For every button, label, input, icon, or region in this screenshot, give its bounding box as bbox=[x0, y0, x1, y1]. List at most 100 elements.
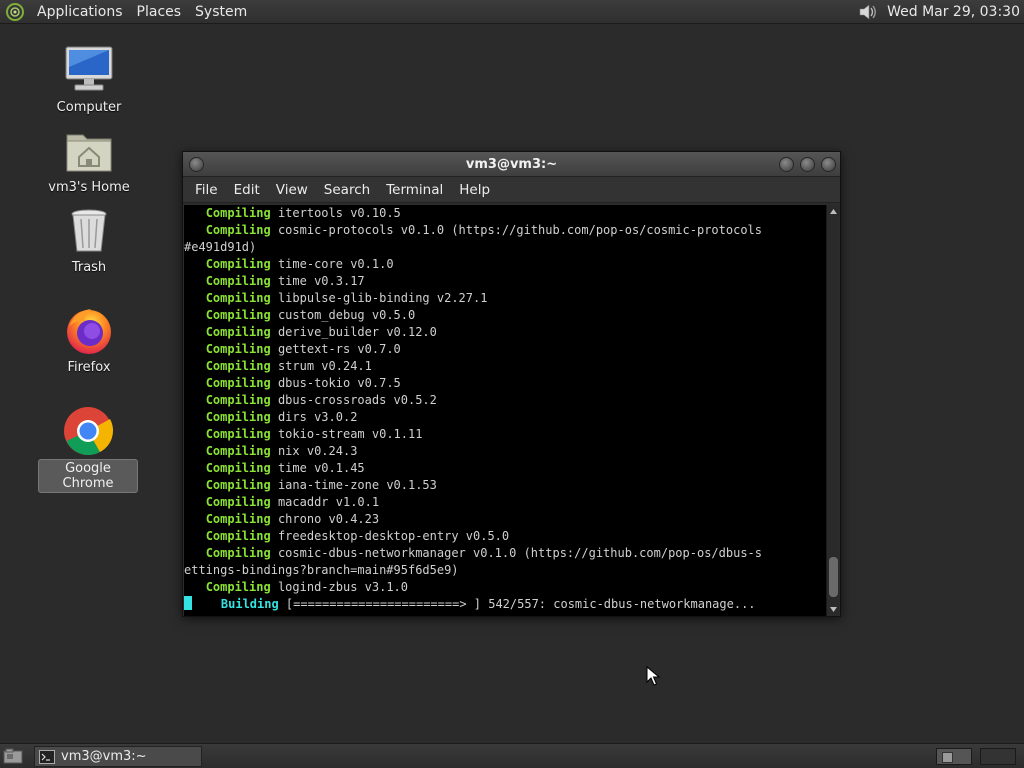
close-button[interactable] bbox=[821, 157, 836, 172]
show-desktop-icon[interactable] bbox=[3, 748, 23, 764]
line-text: tokio-stream v0.1.11 bbox=[270, 427, 423, 441]
compile-keyword: Compiling bbox=[205, 342, 271, 356]
places-menu[interactable]: Places bbox=[130, 0, 189, 24]
menu-logo-icon[interactable] bbox=[4, 1, 26, 23]
home-folder-icon bbox=[63, 125, 115, 177]
building-keyword: Building bbox=[220, 597, 279, 611]
compile-keyword: Compiling bbox=[205, 444, 271, 458]
maximize-button[interactable] bbox=[800, 157, 815, 172]
line-text: freedesktop-desktop-entry v0.5.0 bbox=[270, 529, 510, 543]
line-text: derive_builder v0.12.0 bbox=[270, 325, 437, 339]
terminal-line: Compiling cosmic-protocols v0.1.0 (https… bbox=[184, 222, 827, 239]
trash-icon bbox=[63, 205, 115, 257]
terminal-line: Compiling gettext-rs v0.7.0 bbox=[184, 341, 827, 358]
terminal-cursor bbox=[184, 596, 192, 610]
computer-icon bbox=[63, 45, 115, 97]
menu-file[interactable]: File bbox=[187, 177, 226, 203]
compile-keyword: Compiling bbox=[205, 478, 271, 492]
menu-view[interactable]: View bbox=[268, 177, 316, 203]
terminal-line: Compiling iana-time-zone v0.1.53 bbox=[184, 477, 827, 494]
compile-keyword: Compiling bbox=[205, 495, 271, 509]
volume-icon[interactable] bbox=[857, 2, 879, 22]
compile-keyword: Compiling bbox=[205, 410, 271, 424]
terminal-line: #e491d91d) bbox=[184, 239, 827, 256]
firefox-icon bbox=[63, 305, 115, 357]
compile-keyword: Compiling bbox=[205, 206, 271, 220]
desktop-icon-firefox[interactable]: Firefox bbox=[39, 305, 139, 376]
line-text: logind-zbus v3.1.0 bbox=[270, 580, 408, 594]
line-text: itertools v0.10.5 bbox=[270, 206, 401, 220]
line-text: iana-time-zone v0.1.53 bbox=[270, 478, 437, 492]
compile-keyword: Compiling bbox=[205, 325, 271, 339]
terminal-line: Compiling dbus-tokio v0.7.5 bbox=[184, 375, 827, 392]
compile-keyword: Compiling bbox=[205, 546, 271, 560]
scroll-down-icon[interactable] bbox=[827, 603, 840, 616]
terminal-line: ettings-bindings?branch=main#95f6d5e9) bbox=[184, 562, 827, 579]
desktop-icon-home[interactable]: vm3's Home bbox=[39, 125, 139, 196]
terminal-line: Compiling time v0.3.17 bbox=[184, 273, 827, 290]
terminal-line: Compiling tokio-stream v0.1.11 bbox=[184, 426, 827, 443]
terminal-menubar: File Edit View Search Terminal Help bbox=[183, 177, 840, 203]
line-text: #e491d91d) bbox=[184, 240, 257, 254]
line-text: nix v0.24.3 bbox=[270, 444, 358, 458]
terminal-line: Compiling time-core v0.1.0 bbox=[184, 256, 827, 273]
system-menu[interactable]: System bbox=[188, 0, 254, 24]
window-title: vm3@vm3:~ bbox=[465, 157, 558, 172]
clock[interactable]: Wed Mar 29, 03:30 bbox=[887, 4, 1020, 20]
desktop-icon-chrome[interactable]: Google Chrome bbox=[38, 405, 138, 493]
line-text: gettext-rs v0.7.0 bbox=[270, 342, 401, 356]
desktop-icon-label: Computer bbox=[56, 100, 122, 115]
compile-keyword: Compiling bbox=[205, 512, 271, 526]
line-text: dbus-tokio v0.7.5 bbox=[270, 376, 401, 390]
workspace-window-thumb bbox=[942, 752, 953, 763]
desktop-icon-label: Google Chrome bbox=[38, 459, 138, 493]
scroll-up-icon[interactable] bbox=[827, 205, 840, 218]
window-titlebar[interactable]: vm3@vm3:~ bbox=[183, 152, 840, 177]
minimize-button[interactable] bbox=[779, 157, 794, 172]
terminal-icon bbox=[39, 749, 55, 764]
menu-help[interactable]: Help bbox=[451, 177, 498, 203]
terminal-line: Compiling dirs v3.0.2 bbox=[184, 409, 827, 426]
scrollbar-thumb[interactable] bbox=[829, 557, 838, 597]
line-text: dirs v3.0.2 bbox=[270, 410, 358, 424]
compile-keyword: Compiling bbox=[205, 308, 271, 322]
applications-menu[interactable]: Applications bbox=[30, 0, 130, 24]
terminal-window[interactable]: vm3@vm3:~ File Edit View Search Terminal… bbox=[182, 151, 841, 617]
compile-keyword: Compiling bbox=[205, 257, 271, 271]
build-progress-text: [=======================> ] 542/557: cos… bbox=[278, 597, 756, 611]
terminal-line: Compiling chrono v0.4.23 bbox=[184, 511, 827, 528]
compile-keyword: Compiling bbox=[205, 427, 271, 441]
workspace-2[interactable] bbox=[980, 748, 1016, 765]
desktop-icon-computer[interactable]: Computer bbox=[39, 45, 139, 116]
line-text: time v0.3.17 bbox=[270, 274, 365, 288]
line-text: chrono v0.4.23 bbox=[270, 512, 380, 526]
line-text: custom_debug v0.5.0 bbox=[270, 308, 416, 322]
line-text: strum v0.24.1 bbox=[270, 359, 372, 373]
terminal-line: Compiling dbus-crossroads v0.5.2 bbox=[184, 392, 827, 409]
terminal-line: Compiling freedesktop-desktop-entry v0.5… bbox=[184, 528, 827, 545]
menu-search[interactable]: Search bbox=[316, 177, 378, 203]
menu-terminal[interactable]: Terminal bbox=[378, 177, 451, 203]
terminal-line: Compiling nix v0.24.3 bbox=[184, 443, 827, 460]
line-text: cosmic-dbus-networkmanager v0.1.0 (https… bbox=[270, 546, 762, 560]
compile-keyword: Compiling bbox=[205, 580, 271, 594]
compile-keyword: Compiling bbox=[205, 223, 271, 237]
taskbar-terminal-button[interactable]: vm3@vm3:~ bbox=[34, 746, 202, 767]
vertical-scrollbar[interactable] bbox=[826, 205, 839, 616]
line-text: macaddr v1.0.1 bbox=[270, 495, 380, 509]
desktop-icon-trash[interactable]: Trash bbox=[39, 205, 139, 276]
workspace-1[interactable] bbox=[936, 748, 972, 765]
terminal-line: Compiling time v0.1.45 bbox=[184, 460, 827, 477]
terminal-line: Compiling itertools v0.10.5 bbox=[184, 205, 827, 222]
chrome-icon bbox=[62, 405, 114, 457]
terminal-line: Compiling logind-zbus v3.1.0 bbox=[184, 579, 827, 596]
menu-edit[interactable]: Edit bbox=[226, 177, 268, 203]
terminal-output[interactable]: Compiling itertools v0.10.5 Compiling co… bbox=[184, 205, 827, 616]
compile-keyword: Compiling bbox=[205, 376, 271, 390]
mouse-pointer-icon bbox=[646, 665, 661, 686]
terminal-line: Compiling macaddr v1.0.1 bbox=[184, 494, 827, 511]
compile-keyword: Compiling bbox=[205, 393, 271, 407]
line-text: time v0.1.45 bbox=[270, 461, 365, 475]
terminal-line: Compiling derive_builder v0.12.0 bbox=[184, 324, 827, 341]
line-text: ettings-bindings?branch=main#95f6d5e9) bbox=[184, 563, 459, 577]
